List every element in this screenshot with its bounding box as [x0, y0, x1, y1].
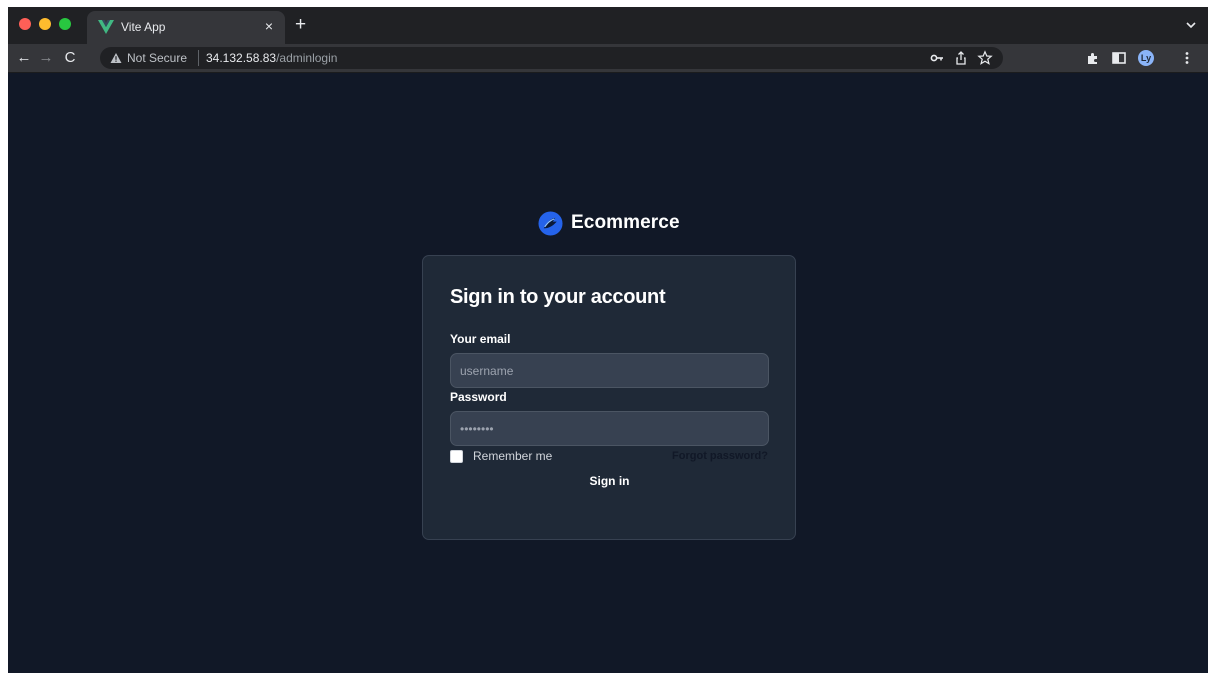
- email-label: Your email: [450, 332, 511, 346]
- tab-vite-app[interactable]: Vite App ×: [87, 11, 285, 44]
- brand-logo-icon: [538, 210, 563, 236]
- remember-me-label: Remember me: [473, 449, 553, 463]
- browser-window: Vite App × + ← → C Not Secure 34.132.58.…: [8, 7, 1208, 673]
- url-host: 34.132.58.83: [206, 51, 277, 65]
- maximize-window-button[interactable]: [59, 18, 71, 30]
- sign-in-button[interactable]: Sign in: [450, 470, 769, 492]
- password-label: Password: [450, 390, 507, 404]
- remember-me-checkbox[interactable]: [450, 449, 463, 463]
- back-button[interactable]: ←: [14, 48, 34, 68]
- forgot-password-link[interactable]: Forgot password?: [672, 450, 768, 462]
- security-status[interactable]: Not Secure: [127, 51, 187, 65]
- share-icon[interactable]: [953, 50, 969, 66]
- reload-button[interactable]: C: [60, 48, 80, 68]
- star-icon[interactable]: [977, 50, 993, 66]
- new-tab-button[interactable]: +: [295, 15, 306, 35]
- password-input[interactable]: [450, 411, 769, 446]
- brand[interactable]: Ecommerce: [538, 209, 680, 237]
- forward-button[interactable]: →: [36, 48, 56, 68]
- chevron-down-icon[interactable]: [1185, 19, 1197, 31]
- close-window-button[interactable]: [19, 18, 31, 30]
- extensions-icon[interactable]: [1085, 50, 1101, 66]
- profile-avatar[interactable]: Ly: [1138, 50, 1154, 66]
- url-path: /adminlogin: [276, 51, 338, 65]
- remember-me[interactable]: Remember me: [450, 448, 552, 464]
- key-icon[interactable]: [929, 50, 945, 66]
- email-input[interactable]: [450, 353, 769, 388]
- login-card: Sign in to your account Your email Passw…: [422, 255, 796, 540]
- warning-icon[interactable]: [110, 52, 122, 64]
- vue-logo-icon: [98, 20, 114, 34]
- address-bar[interactable]: Not Secure 34.132.58.83/adminlogin: [100, 47, 1003, 69]
- minimize-window-button[interactable]: [39, 18, 51, 30]
- url-divider: [198, 50, 199, 66]
- tab-title: Vite App: [121, 20, 166, 34]
- brand-name: Ecommerce: [571, 212, 680, 233]
- login-title: Sign in to your account: [450, 286, 666, 308]
- tab-strip: Vite App × +: [8, 7, 1208, 44]
- side-panel-icon[interactable]: [1111, 50, 1127, 66]
- browser-toolbar: ← → C Not Secure 34.132.58.83/adminlogin: [8, 44, 1208, 73]
- tab-close-icon[interactable]: ×: [265, 18, 273, 34]
- login-page: Ecommerce Sign in to your account Your e…: [8, 73, 1208, 673]
- more-vert-icon[interactable]: [1179, 50, 1195, 66]
- url-text[interactable]: 34.132.58.83/adminlogin: [206, 51, 337, 65]
